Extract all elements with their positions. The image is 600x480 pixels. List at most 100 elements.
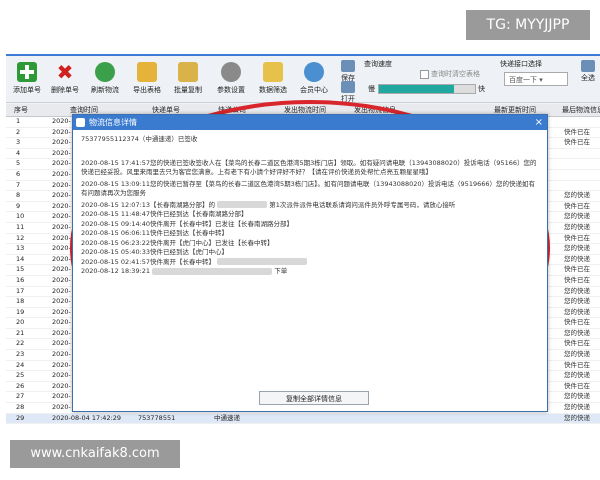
table-cell: 快件已在 (564, 339, 590, 348)
table-cell: 您的快递 (564, 254, 590, 263)
add-tracking-button[interactable]: 添加单号 (8, 62, 46, 100)
table-cell: 快件已在 (564, 265, 590, 274)
member-center-button[interactable]: 会员中心 (295, 62, 333, 100)
table-cell: 您的快递 (564, 244, 590, 253)
table-cell: 2020- (52, 350, 71, 359)
table-cell: 2020- (52, 169, 71, 178)
dialog-titlebar: 物流信息详情 × (73, 115, 547, 130)
table-cell: 快件已在 (564, 381, 590, 390)
user-icon (304, 62, 324, 82)
table-cell: 您的快递 (564, 297, 590, 306)
table-cell: 3 (16, 138, 21, 147)
copy-all-details-button[interactable]: 复制全部详情信息 (259, 391, 369, 405)
add-icon (17, 62, 37, 82)
table-cell: 2020- (52, 328, 71, 337)
checkbox-box (420, 69, 429, 79)
close-icon[interactable]: × (535, 115, 543, 130)
table-cell: 快件已在 (564, 127, 590, 136)
table-cell: 27 (16, 392, 25, 401)
table-cell: 753778551 (138, 413, 176, 422)
open-button[interactable]: 打开 (338, 81, 358, 104)
table-cell: 9 (16, 201, 21, 210)
select-all-icon (581, 60, 595, 72)
table-cell: 2 (16, 127, 21, 136)
table-cell: 15 (16, 265, 25, 274)
speed-slider[interactable] (378, 84, 476, 94)
table-cell: 快件已在 (564, 275, 590, 284)
table-cell: 2020- (52, 275, 71, 284)
api-select[interactable]: 百度一下 ▾ (504, 72, 568, 86)
table-cell: 快件已在 (564, 233, 590, 242)
table-cell: 快件已在 (564, 360, 590, 369)
table-cell: 2020- (52, 286, 71, 295)
table-cell: 2020- (52, 138, 71, 147)
select-all-button[interactable]: 全选 (578, 60, 598, 83)
detail-line: 2020-08-15 11:48:47快件已经到达【长春南湖路分部】 (81, 210, 248, 218)
delete-tracking-button[interactable]: ✖ 删除单号 (46, 62, 84, 100)
telegram-watermark: TG: MYYJJPP (466, 10, 590, 40)
detail-line: 2020-08-12 18:39:21 下单 (81, 267, 288, 275)
table-cell: 2020- (52, 148, 71, 157)
table-cell: 18 (16, 297, 25, 306)
table-cell: 12 (16, 233, 25, 242)
export-icon (137, 62, 157, 82)
table-cell: 2020- (52, 127, 71, 136)
batch-copy-button[interactable]: 批量复制 (169, 62, 207, 100)
detail-line: 2020-08-15 02:41:57快件离开【长春中转】 (81, 258, 539, 268)
export-table-button[interactable]: 导出表格 (128, 62, 166, 100)
refresh-logistics-button[interactable]: 刷新物流 (86, 62, 124, 100)
table-cell: 2020- (52, 392, 71, 401)
detail-line: 2020-08-15 06:06:11快件已经到达【长春中转】 (81, 229, 229, 237)
table-cell: 4 (16, 148, 21, 157)
table-cell: 20 (16, 318, 25, 327)
data-filter-button[interactable]: 数据筛选 (254, 62, 292, 100)
blurred-text (217, 201, 268, 208)
table-cell: 17 (16, 286, 25, 295)
table-cell: 2020- (52, 212, 71, 221)
table-cell: 快件已在 (564, 138, 590, 147)
blurred-text (152, 267, 273, 275)
table-cell: 2020- (52, 339, 71, 348)
table-cell: 2020- (52, 297, 71, 306)
logistics-detail-dialog: 物流信息详情 × 75377955112374（中通速递）已签收 2020-08… (72, 114, 548, 412)
copy-icon (178, 62, 198, 82)
col-no[interactable]: 序号 (14, 104, 28, 116)
auto-clear-checkbox[interactable]: 查询时清空表格 (420, 69, 480, 79)
table-cell: 2020- (52, 381, 71, 390)
table-cell: 2020- (52, 318, 71, 327)
table-cell: 14 (16, 254, 25, 263)
detail-line: 2020-08-15 17:41:57您的快递已签收签收人在【菜鸟的长春二道区色… (81, 158, 537, 177)
table-cell: 8 (16, 191, 21, 200)
fast-label: 快 (478, 85, 485, 93)
table-cell: 2020- (52, 159, 71, 168)
settings-button[interactable]: 参数设置 (212, 62, 250, 100)
table-cell: 您的快递 (564, 222, 590, 231)
table-cell: 2020- (52, 233, 71, 242)
table-cell: 5 (16, 159, 21, 168)
table-cell: 您的快递 (564, 371, 590, 380)
site-watermark: www.cnkaifak8.com (10, 440, 180, 468)
table-cell: 29 (16, 413, 25, 422)
detail-line: 2020-08-15 05:40:33快件已经到达【虎门中心】 (81, 248, 229, 256)
table-row[interactable]: 29 2020-08-04 17:42:29 您的快递 753778551 中通速递 (6, 413, 600, 424)
detail-line: 2020-08-15 13:09:11您的快递已暂存至【菜鸟的长春二道区色港湾5… (81, 179, 535, 198)
table-cell: 2020- (52, 403, 71, 412)
table-cell: 2020- (52, 371, 71, 380)
gear-icon (221, 62, 241, 82)
refresh-icon (95, 62, 115, 82)
table-cell: 16 (16, 275, 25, 284)
folder-icon (341, 81, 355, 93)
col-last-info[interactable]: 最后物流信息 (562, 104, 600, 116)
table-cell: 19 (16, 307, 25, 316)
table-cell: 您的快递 (564, 212, 590, 221)
table-cell: 6 (16, 169, 21, 178)
save-button[interactable]: 保存 (338, 60, 358, 83)
save-icon (341, 60, 355, 72)
detail-line: 75377955112374（中通速递）已签收 (81, 135, 198, 143)
table-cell: 28 (16, 403, 25, 412)
table-cell: 26 (16, 381, 25, 390)
table-cell: 您的快递 (564, 392, 590, 401)
table-cell: 13 (16, 244, 25, 253)
table-cell: 中通速递 (214, 413, 240, 422)
table-cell: 您的快递 (564, 413, 590, 422)
